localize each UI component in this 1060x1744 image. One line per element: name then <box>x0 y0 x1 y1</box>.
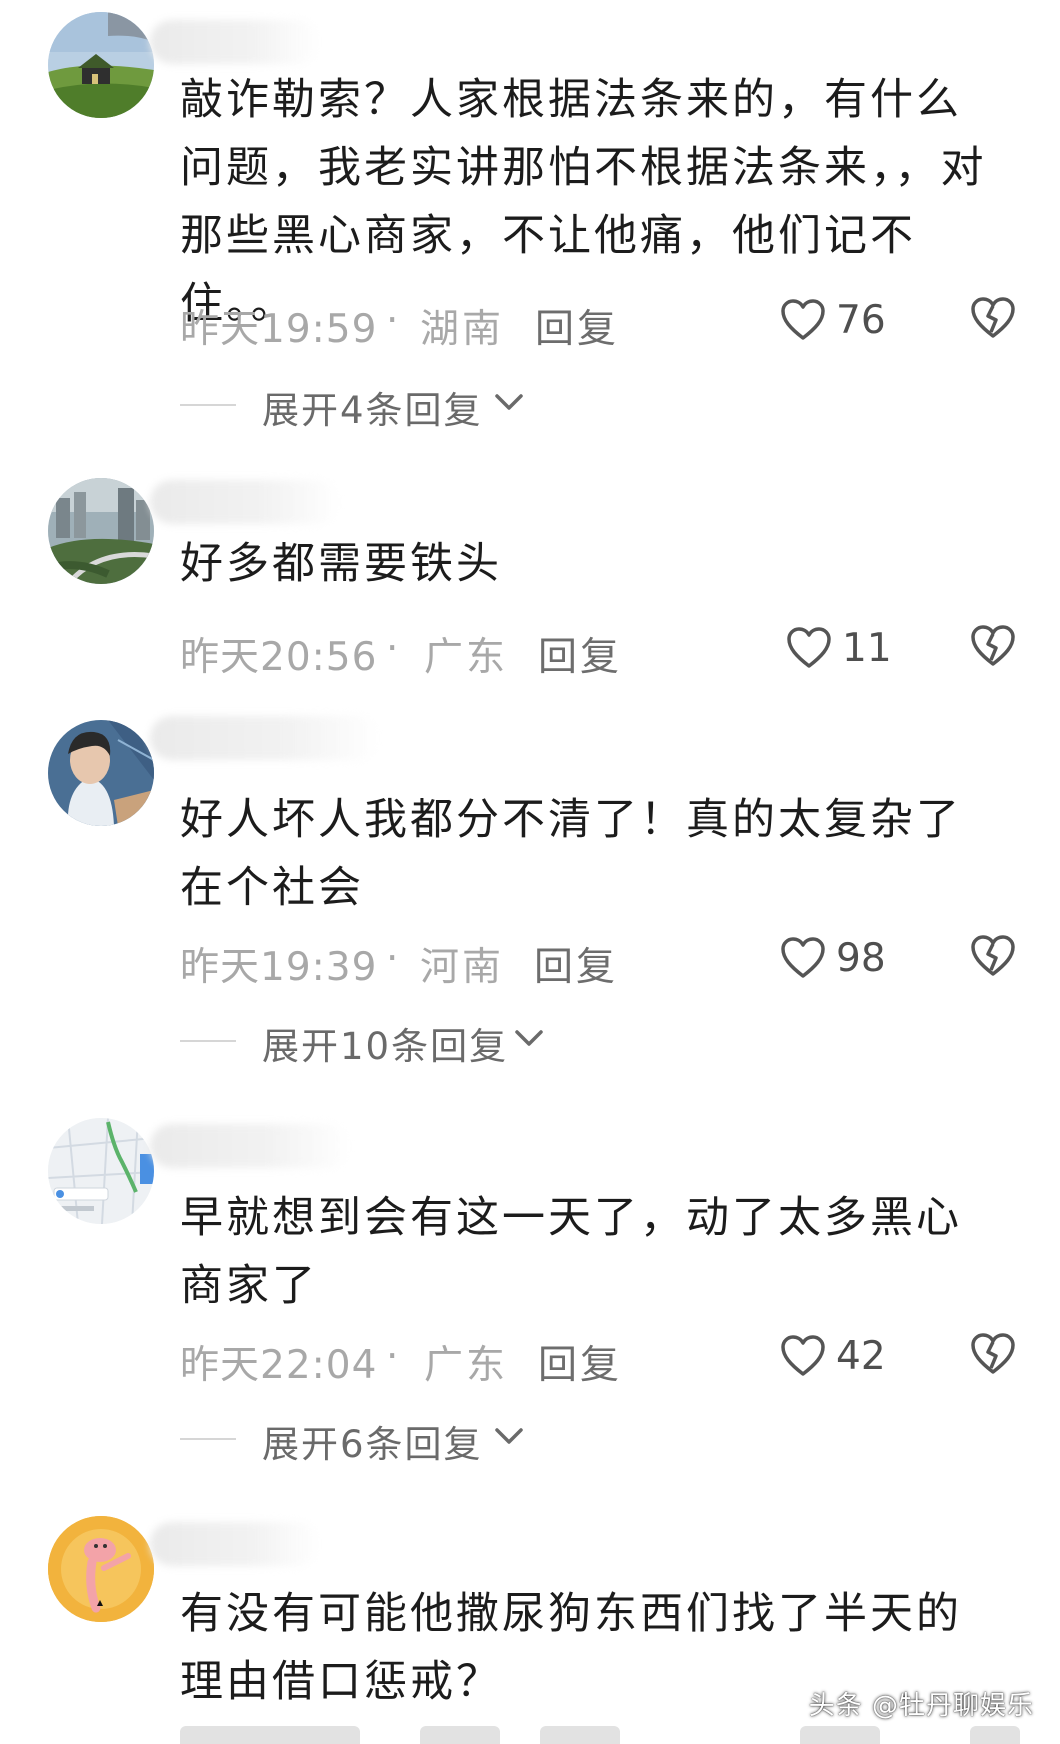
username-redacted[interactable] <box>150 716 380 760</box>
dislike-button[interactable] <box>970 296 1020 346</box>
broken-heart-icon <box>971 297 1015 338</box>
person-photo-avatar[interactable] <box>48 720 154 826</box>
meta-separator: · <box>386 626 399 671</box>
map-screenshot-avatar[interactable] <box>48 1118 154 1224</box>
comment-meta: 昨天22:04 · 广东 回复 42 <box>180 1326 1030 1388</box>
chevron-down-icon <box>495 394 523 410</box>
username-redacted[interactable] <box>150 1522 320 1566</box>
reply-button[interactable]: 回复 <box>534 936 618 992</box>
broken-heart-icon <box>971 1333 1015 1374</box>
broken-heart-icon <box>971 935 1015 976</box>
comment-time: 昨天19:59 <box>180 307 378 352</box>
comment-location: 广东 <box>424 635 509 680</box>
divider-line <box>180 404 236 406</box>
chevron-down-icon <box>495 1428 523 1444</box>
chevron-down-icon <box>515 1030 543 1046</box>
comment-meta-partial <box>180 1724 1030 1744</box>
expand-replies[interactable]: 展开10条回复 <box>180 1010 600 1070</box>
comment-meta: 昨天19:59 · 湖南 回复 76 <box>180 290 1030 352</box>
broken-heart-icon <box>971 625 1015 666</box>
dislike-button[interactable] <box>970 624 1020 674</box>
dislike-button[interactable] <box>970 934 1020 984</box>
comment-text: 早就想到会有这一天了，动了太多黑心商家了 <box>180 1193 962 1311</box>
heart-icon <box>781 937 825 978</box>
heart-icon <box>781 1335 825 1376</box>
like-count: 11 <box>842 626 892 671</box>
username-redacted[interactable] <box>150 480 340 524</box>
username-redacted[interactable] <box>150 20 320 64</box>
expand-replies-label: 展开10条回复 <box>262 1025 509 1068</box>
city-view-avatar[interactable] <box>48 478 154 584</box>
expand-replies-label: 展开6条回复 <box>262 1423 483 1466</box>
meta-separator: · <box>386 1334 399 1379</box>
reply-button[interactable]: 回复 <box>538 1334 622 1390</box>
reply-button[interactable]: 回复 <box>535 298 619 354</box>
heart-icon <box>787 627 831 668</box>
like-count: 42 <box>836 1334 886 1379</box>
meta-separator: · <box>386 936 399 981</box>
comment-time: 昨天20:56 <box>180 635 378 680</box>
watermark: 头条 @牡丹聊娱乐 <box>808 1691 1034 1721</box>
comment-location: 湖南 <box>420 307 505 352</box>
heart-icon <box>781 299 825 340</box>
divider-line <box>180 1040 236 1042</box>
comment-time: 昨天19:39 <box>180 945 378 990</box>
expand-replies-label: 展开4条回复 <box>262 389 483 432</box>
comment-location: 河南 <box>420 945 505 990</box>
comment-text: 好人坏人我都分不清了！真的太复杂了在个社会 <box>180 795 962 913</box>
expand-replies[interactable]: 展开6条回复 <box>180 1408 580 1468</box>
username-redacted[interactable] <box>150 1124 350 1168</box>
comment-location: 广东 <box>424 1343 509 1388</box>
comment-meta: 昨天19:39 · 河南 回复 98 <box>180 928 1030 990</box>
comment-text: 好多都需要铁头 <box>180 539 502 589</box>
house-landscape-avatar[interactable] <box>48 12 154 118</box>
like-count: 76 <box>836 298 886 343</box>
like-count: 98 <box>836 936 886 981</box>
expand-replies[interactable]: 展开4条回复 <box>180 374 580 434</box>
comment-meta: 昨天20:56 · 广东 回复 11 <box>180 618 1030 680</box>
divider-line <box>180 1438 236 1440</box>
meta-separator: · <box>386 298 399 343</box>
dislike-button[interactable] <box>970 1332 1020 1382</box>
cartoon-panther-avatar[interactable] <box>48 1516 154 1622</box>
reply-button[interactable]: 回复 <box>538 626 622 682</box>
comment-time: 昨天22:04 <box>180 1343 378 1388</box>
